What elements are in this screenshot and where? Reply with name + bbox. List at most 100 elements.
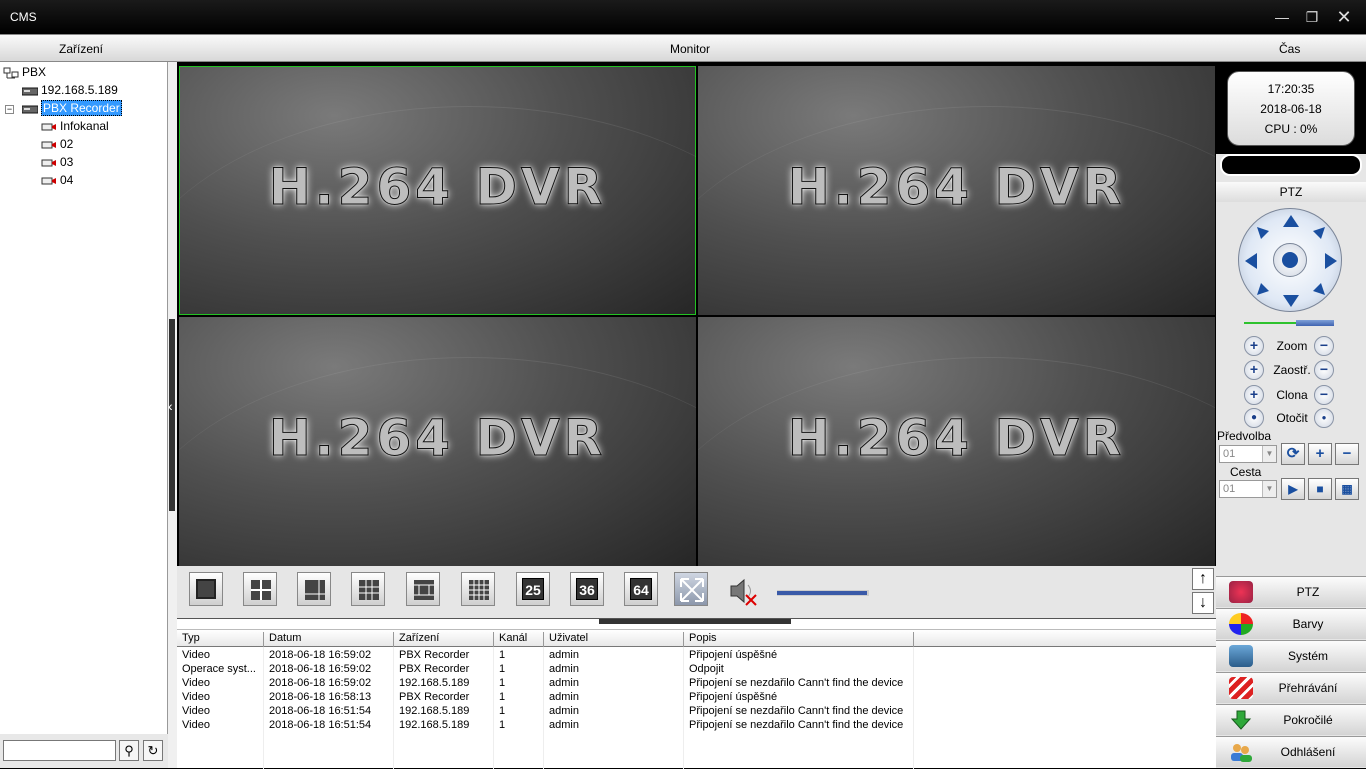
video-pane-1[interactable]: H.264 DVR <box>179 66 696 315</box>
iris-label: Clona <box>1276 388 1308 402</box>
table-row[interactable]: Video 2018-06-18 16:51:54 192.168.5.189 1 ad… <box>177 705 1216 719</box>
collapse-icon[interactable]: − <box>5 105 14 114</box>
tree-root-label: PBX <box>22 65 47 79</box>
col-user[interactable]: Uživatel <box>543 632 588 648</box>
col-type[interactable]: Typ <box>177 632 200 648</box>
layout-25-button[interactable]: 25 <box>516 572 550 606</box>
route-grid-button[interactable]: ▦ <box>1335 478 1359 500</box>
splitter-grip[interactable] <box>169 319 175 511</box>
focus-plus-icon[interactable]: + <box>1244 360 1264 380</box>
menu-monitor[interactable]: Monitor <box>670 42 710 56</box>
iris-minus-icon[interactable]: − <box>1314 385 1334 405</box>
preset-goto-button[interactable]: ⟳ <box>1281 443 1305 465</box>
preset-remove-button[interactable]: − <box>1335 443 1359 465</box>
arrow-up-icon[interactable]: ↑ <box>1192 568 1214 590</box>
menu-device[interactable]: Zařízení <box>59 42 103 56</box>
layout-6-icon <box>305 580 325 600</box>
chevron-down-icon[interactable]: ▼ <box>1262 446 1276 462</box>
preset-add-button[interactable]: + <box>1308 443 1332 465</box>
side-menu-logout[interactable]: Odhlášení <box>1216 736 1366 767</box>
chevron-down-icon[interactable]: ▼ <box>1262 481 1276 497</box>
cell-type: Video <box>182 691 210 703</box>
col-channel[interactable]: Kanál <box>493 632 527 648</box>
col-desc[interactable]: Popis <box>683 632 717 648</box>
collapse-left-icon[interactable]: ‹ <box>168 398 173 414</box>
ptz-direction-pad[interactable] <box>1238 208 1342 312</box>
side-menu-playback[interactable]: Přehrávání <box>1216 672 1366 703</box>
table-row[interactable]: Video 2018-06-18 16:59:02 PBX Recorder 1 adm… <box>177 649 1216 663</box>
video-pane-3[interactable]: H.264 DVR <box>179 317 696 566</box>
route-play-button[interactable]: ▶ <box>1281 478 1305 500</box>
video-pane-2[interactable]: H.264 DVR <box>698 66 1215 315</box>
table-row[interactable]: Video 2018-06-18 16:58:13 PBX Recorder 1 adm… <box>177 691 1216 705</box>
side-menu-label: PTZ <box>1296 585 1320 599</box>
cell-date: 2018-06-18 16:51:54 <box>269 705 372 717</box>
tree-item-channel-3[interactable]: 03 <box>41 154 73 171</box>
route-select[interactable]: 01 ▼ <box>1219 480 1277 498</box>
fullscreen-button[interactable] <box>674 572 708 606</box>
side-menu-system[interactable]: Systém <box>1216 640 1366 671</box>
iris-plus-icon[interactable]: + <box>1244 385 1264 405</box>
cell-user: admin <box>549 719 579 731</box>
col-device[interactable]: Zařízení <box>393 632 439 648</box>
restore-icon[interactable]: ❐ <box>1302 8 1322 26</box>
tree-root[interactable]: PBX <box>3 64 46 81</box>
tree-item-channel-2[interactable]: 02 <box>41 136 73 153</box>
cell-date: 2018-06-18 16:58:13 <box>269 691 372 703</box>
layout-4-button[interactable] <box>243 572 277 606</box>
pane-logo: H.264 DVR <box>787 158 1126 217</box>
cell-date: 2018-06-18 16:59:02 <box>269 677 372 689</box>
search-input[interactable] <box>3 740 116 761</box>
mute-icon[interactable] <box>729 576 761 606</box>
video-pane-4[interactable]: H.264 DVR <box>698 317 1215 566</box>
arrow-down-icon[interactable]: ↓ <box>1192 592 1214 614</box>
tree-item-recorder[interactable]: PBX Recorder <box>21 100 122 117</box>
layout-9-button[interactable] <box>351 572 385 606</box>
side-menu-ptz[interactable]: PTZ <box>1216 576 1366 607</box>
side-menu-colors[interactable]: Barvy <box>1216 608 1366 639</box>
table-row[interactable]: Video 2018-06-18 16:59:02 192.168.5.189 1 ad… <box>177 677 1216 691</box>
layout-36-button[interactable]: 36 <box>570 572 604 606</box>
dvr-icon <box>21 103 39 115</box>
clapperboard-icon <box>1229 677 1253 699</box>
device-tree: PBX 192.168.5.189 − PBX Recorder Infokan… <box>0 62 168 734</box>
refresh-icon[interactable]: ↻ <box>143 740 163 761</box>
tree-item-device-ip[interactable]: 192.168.5.189 <box>21 82 118 99</box>
layout-16-button[interactable] <box>461 572 495 606</box>
preset-select[interactable]: 01 ▼ <box>1219 445 1277 463</box>
layout-6-button[interactable] <box>297 572 331 606</box>
side-menu-advanced[interactable]: Pokročilé <box>1216 704 1366 735</box>
ptz-center-button[interactable] <box>1273 243 1307 277</box>
left-panel-splitter[interactable]: ‹ <box>168 62 177 768</box>
ptz-speed-slider[interactable] <box>1244 320 1334 326</box>
tree-item-channel-1[interactable]: Infokanal <box>41 118 109 135</box>
layout-1-button[interactable] <box>189 572 223 606</box>
volume-slider[interactable] <box>777 590 869 596</box>
zoom-in-icon[interactable]: + <box>1244 336 1264 356</box>
tree-item-channel-4[interactable]: 04 <box>41 172 73 189</box>
layout-64-button[interactable]: 64 <box>624 572 658 606</box>
table-row[interactable]: Video 2018-06-18 16:51:54 192.168.5.189 1 ad… <box>177 719 1216 733</box>
close-icon[interactable]: ✕ <box>1334 8 1354 26</box>
tree-item-label: 04 <box>60 173 74 187</box>
search-icon[interactable]: ⚲ <box>119 740 139 761</box>
layout-10-button[interactable] <box>406 572 440 606</box>
table-row[interactable]: Operace syst... 2018-06-18 16:59:02 PBX Re… <box>177 663 1216 677</box>
cell-user: admin <box>549 663 579 675</box>
clock-panel: 17:20:35 2018-06-18 CPU : 0% <box>1227 71 1355 146</box>
rotate-right-icon[interactable]: ● <box>1314 408 1334 428</box>
menu-time[interactable]: Čas <box>1279 42 1300 56</box>
camera-icon <box>41 139 57 151</box>
zoom-out-icon[interactable]: − <box>1314 336 1334 356</box>
title-bar: CMS — ❐ ✕ <box>0 0 1366 34</box>
log-splitter[interactable] <box>599 619 791 624</box>
rotate-left-icon[interactable]: ● <box>1244 408 1264 428</box>
focus-minus-icon[interactable]: − <box>1314 360 1334 380</box>
cell-desc: Odpojit <box>689 663 724 675</box>
preset-value: 01 <box>1223 448 1236 460</box>
route-stop-button[interactable]: ■ <box>1308 478 1332 500</box>
col-date[interactable]: Datum <box>263 632 301 648</box>
side-menu-label: Pokročilé <box>1283 713 1333 727</box>
minimize-icon[interactable]: — <box>1272 8 1292 26</box>
layout-25-label: 25 <box>522 578 544 600</box>
